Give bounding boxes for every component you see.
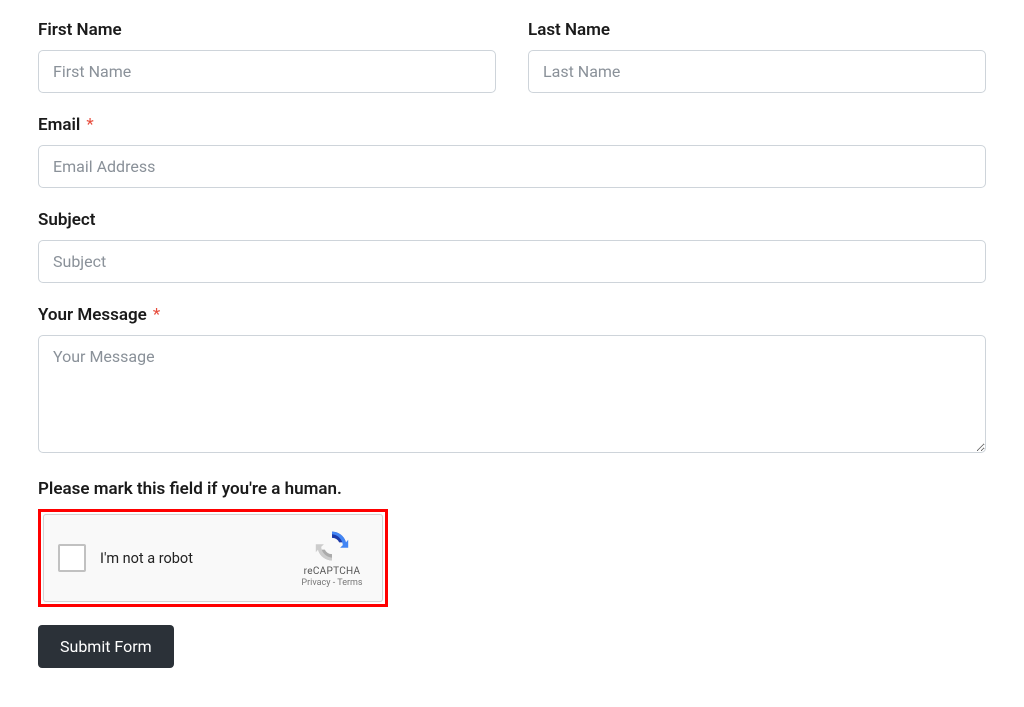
recaptcha-logo-icon (314, 528, 350, 564)
captcha-section: Please mark this field if you're a human… (38, 479, 986, 625)
message-group: Your Message* (38, 305, 986, 457)
recaptcha-widget: I'm not a robot reCAPTCHA Privacy - Term… (43, 514, 383, 602)
recaptcha-text: I'm not a robot (100, 550, 294, 567)
submit-button[interactable]: Submit Form (38, 625, 174, 668)
message-textarea[interactable] (38, 335, 986, 453)
recaptcha-links[interactable]: Privacy - Terms (301, 578, 362, 588)
last-name-input[interactable] (528, 50, 986, 93)
last-name-group: Last Name (528, 20, 986, 93)
last-name-label: Last Name (528, 20, 986, 40)
required-mark: * (86, 115, 93, 135)
recaptcha-brand-text: reCAPTCHA (304, 566, 361, 577)
subject-input[interactable] (38, 240, 986, 283)
recaptcha-checkbox[interactable] (58, 544, 86, 572)
recaptcha-branding: reCAPTCHA Privacy - Terms (294, 528, 370, 588)
contact-form: First Name Last Name Email* Subject Your… (38, 20, 986, 668)
first-name-group: First Name (38, 20, 496, 93)
captcha-label: Please mark this field if you're a human… (38, 479, 986, 499)
first-name-label: First Name (38, 20, 496, 40)
subject-group: Subject (38, 210, 986, 283)
first-name-input[interactable] (38, 50, 496, 93)
required-mark: * (153, 305, 160, 325)
message-label: Your Message* (38, 305, 160, 325)
email-label: Email* (38, 115, 94, 135)
email-group: Email* (38, 115, 986, 188)
subject-label: Subject (38, 210, 96, 230)
email-input[interactable] (38, 145, 986, 188)
recaptcha-highlight-box: I'm not a robot reCAPTCHA Privacy - Term… (38, 509, 388, 607)
